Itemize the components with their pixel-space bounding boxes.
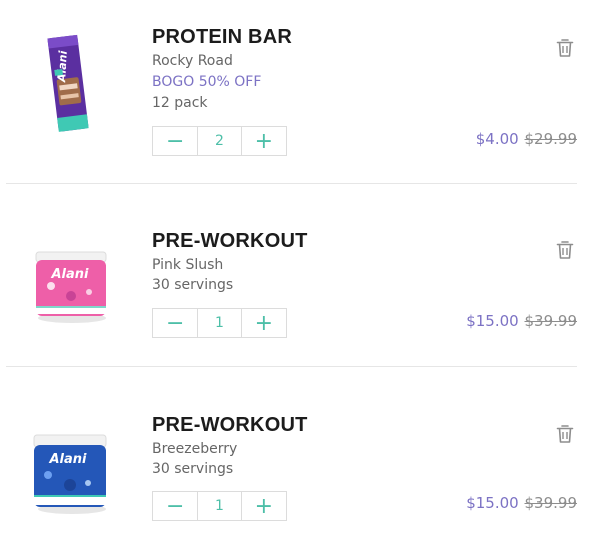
product-size: 30 servings: [152, 277, 234, 293]
increment-button[interactable]: +: [242, 309, 286, 337]
decrement-button[interactable]: −: [153, 309, 197, 337]
decrement-button[interactable]: −: [153, 127, 197, 155]
sale-price: $15.00: [466, 312, 519, 330]
cart-items-list: Alani PROTEIN BAR Rocky Road BOGO 50% OF…: [0, 0, 592, 540]
cart-item: Alani PRE-WORKOUT Breezeberry 30 serving…: [0, 367, 592, 540]
quantity-value[interactable]: 1: [197, 492, 242, 520]
quantity-stepper: − 1 +: [152, 308, 287, 338]
trash-icon[interactable]: [556, 424, 574, 444]
sale-price: $15.00: [466, 494, 519, 512]
product-name[interactable]: PRE-WORKOUT: [152, 414, 308, 437]
trash-icon[interactable]: [556, 38, 574, 58]
svg-text:Alani: Alani: [55, 50, 70, 83]
promo-label: BOGO 50% OFF: [152, 74, 262, 90]
quantity-value[interactable]: 2: [197, 127, 242, 155]
trash-icon[interactable]: [556, 240, 574, 260]
quantity-stepper: − 2 +: [152, 126, 287, 156]
increment-button[interactable]: +: [242, 492, 286, 520]
original-price: $39.99: [524, 494, 578, 512]
sale-price: $4.00: [475, 130, 519, 148]
cart-item: Alani PRE-WORKOUT Pink Slush 30 servings…: [0, 184, 592, 367]
original-price: $29.99: [524, 130, 578, 148]
product-name[interactable]: PRE-WORKOUT: [152, 230, 308, 253]
cart-item: Alani PROTEIN BAR Rocky Road BOGO 50% OF…: [0, 0, 592, 183]
original-price: $39.99: [524, 312, 578, 330]
svg-text:Alani: Alani: [48, 452, 87, 467]
price-group: $15.00 $39.99: [466, 494, 577, 512]
product-name[interactable]: PROTEIN BAR: [152, 26, 292, 49]
decrement-button[interactable]: −: [153, 492, 197, 520]
quantity-value[interactable]: 1: [197, 309, 242, 337]
product-flavor: Pink Slush: [152, 257, 224, 273]
price-group: $4.00 $29.99: [476, 130, 577, 148]
increment-button[interactable]: +: [242, 127, 286, 155]
product-size: 30 servings: [152, 461, 234, 477]
pre-workout-blue-tub-image: Alani: [33, 434, 107, 514]
pre-workout-pink-tub-image: Alani: [35, 251, 107, 323]
product-flavor: Rocky Road: [152, 53, 233, 69]
product-flavor: Breezeberry: [152, 441, 238, 457]
protein-bar-image: Alani: [47, 34, 89, 132]
product-size: 12 pack: [152, 95, 208, 111]
quantity-stepper: − 1 +: [152, 491, 287, 521]
svg-text:Alani: Alani: [50, 267, 89, 282]
price-group: $15.00 $39.99: [466, 312, 577, 330]
